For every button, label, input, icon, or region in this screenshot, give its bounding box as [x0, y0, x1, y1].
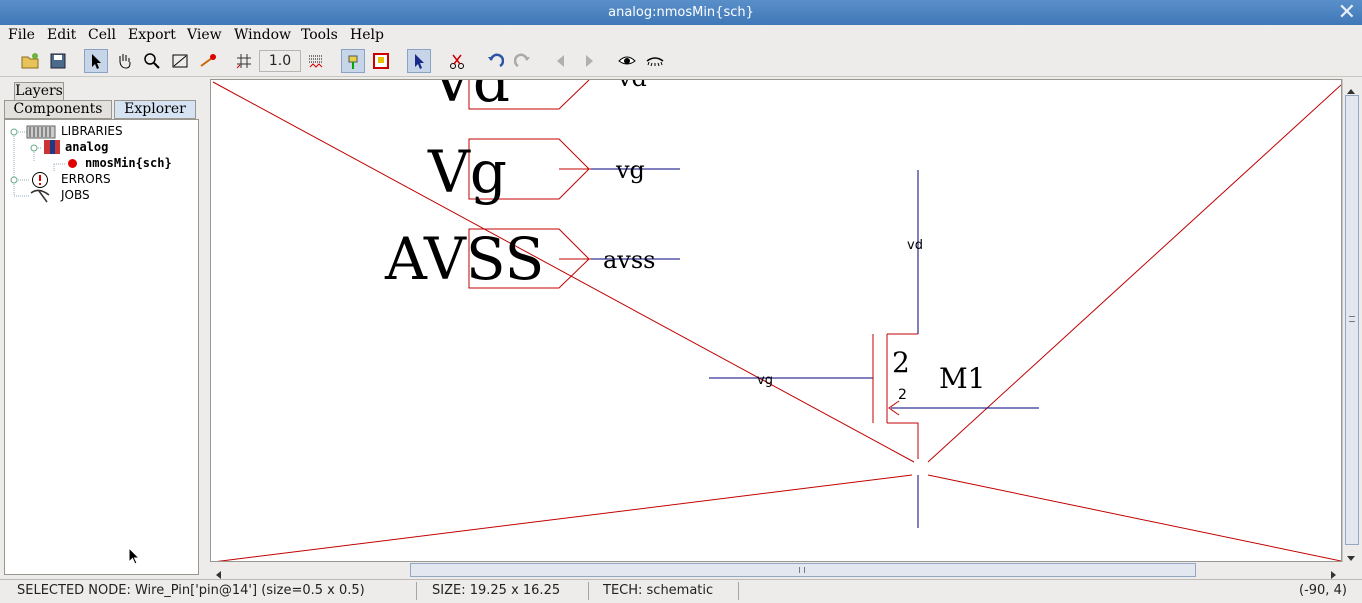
status-divider [738, 582, 739, 600]
close-icon[interactable]: ✕ [1338, 0, 1356, 25]
vertical-scrollbar[interactable] [1342, 79, 1360, 562]
export-avss-label: AVSS [384, 225, 544, 293]
forward-icon[interactable] [577, 49, 601, 73]
tab-explorer[interactable]: Explorer [114, 100, 196, 119]
outline-edit-icon[interactable] [168, 49, 192, 73]
grid-icon[interactable] [232, 49, 256, 73]
explorer-tree: LIBRARIES analog nmosMin{sch} ERRORS JOB… [4, 119, 199, 575]
export-vg-label: Vg [427, 138, 507, 206]
window-title: analog:nmosMin{sch} [608, 5, 754, 20]
scroll-down-icon[interactable] [1345, 549, 1357, 561]
menu-file[interactable]: File [8, 27, 35, 43]
horizontal-scroll-thumb[interactable] [410, 563, 1196, 577]
scroll-right-icon[interactable] [1328, 565, 1338, 579]
tree-item-libraries[interactable]: LIBRARIES [61, 123, 123, 139]
tree-item-analog[interactable]: analog [65, 139, 108, 155]
select-arrow-icon[interactable] [84, 49, 108, 73]
menu-export[interactable]: Export [128, 27, 176, 43]
highlight-line [927, 474, 1341, 561]
grid-align-icon[interactable] [304, 49, 328, 73]
horizontal-scrollbar[interactable] [210, 562, 1342, 579]
status-size: SIZE: 19.25 x 16.25 [432, 583, 561, 598]
measure-icon[interactable] [196, 49, 220, 73]
zoom-value-field[interactable]: 1.0 [259, 50, 301, 72]
export-avss-name: avss [603, 246, 656, 274]
back-icon[interactable] [549, 49, 573, 73]
transistor-width-label: 2 [892, 346, 910, 379]
vertical-scroll-thumb[interactable] [1345, 95, 1359, 545]
net-gate-label: vg [757, 373, 773, 388]
status-divider [416, 582, 417, 600]
status-bar: SELECTED NODE: Wire_Pin['pin@14'] (size=… [0, 579, 1362, 603]
menu-edit[interactable]: Edit [47, 27, 76, 43]
net-drain-label: vd [907, 238, 923, 253]
highlight-line [216, 474, 913, 561]
export-vd-label: Vd [430, 80, 510, 115]
open-folder-icon[interactable] [18, 49, 42, 73]
tab-layers[interactable]: Layers [14, 82, 64, 101]
select-special-icon[interactable] [341, 49, 365, 73]
show-icon[interactable] [615, 49, 639, 73]
toolbar: 1.0 [0, 47, 1362, 77]
highlight-line [212, 81, 915, 463]
hide-icon[interactable] [643, 49, 667, 73]
export-vg-name: vg [615, 156, 645, 184]
schematic-canvas[interactable]: Vd vd Vg vg AVSS avss vd vg 2 2 M1 [210, 79, 1342, 562]
tree-item-errors[interactable]: ERRORS [61, 171, 111, 187]
menu-tools[interactable]: Tools [301, 27, 338, 43]
library-book-icon [43, 139, 61, 159]
menu-cell[interactable]: Cell [88, 27, 116, 43]
save-icon[interactable] [46, 49, 70, 73]
zoom-icon[interactable] [140, 49, 164, 73]
schematic-drawing[interactable]: Vd vd Vg vg AVSS avss vd vg 2 2 M1 [211, 80, 1342, 562]
menu-view[interactable]: View [187, 27, 222, 43]
scroll-left-icon[interactable] [214, 565, 224, 579]
status-divider [588, 582, 589, 600]
pan-hand-icon[interactable] [112, 49, 136, 73]
redo-icon[interactable] [511, 49, 535, 73]
toggle-instance-icon[interactable] [369, 49, 393, 73]
status-selected: SELECTED NODE: Wire_Pin['pin@14'] (size=… [17, 583, 365, 598]
cut-icon[interactable] [445, 49, 469, 73]
tab-components[interactable]: Components [4, 100, 112, 119]
menu-bar: File Edit Cell Export View Window Tools … [0, 25, 1362, 47]
window-title-bar: analog:nmosMin{sch} ✕ [0, 0, 1362, 25]
menu-window[interactable]: Window [234, 27, 291, 43]
jobs-pickaxe-icon [29, 187, 51, 207]
undo-icon[interactable] [483, 49, 507, 73]
cell-dot-icon [68, 159, 77, 168]
scroll-up-icon[interactable] [1345, 81, 1357, 94]
transistor-length-label: 2 [898, 387, 907, 403]
mouse-pointer-icon [128, 546, 141, 569]
highlight-line [927, 84, 1341, 463]
tree-item-cell[interactable]: nmosMin{sch} [85, 155, 172, 171]
menu-help[interactable]: Help [350, 27, 384, 43]
select-objects-icon[interactable] [407, 49, 431, 73]
status-tech: TECH: schematic [603, 583, 714, 598]
export-vd-name: vd [617, 80, 647, 92]
tree-item-jobs[interactable]: JOBS [61, 187, 90, 203]
transistor-name-label: M1 [939, 362, 985, 395]
status-coords: (-90, 4) [1299, 583, 1347, 598]
